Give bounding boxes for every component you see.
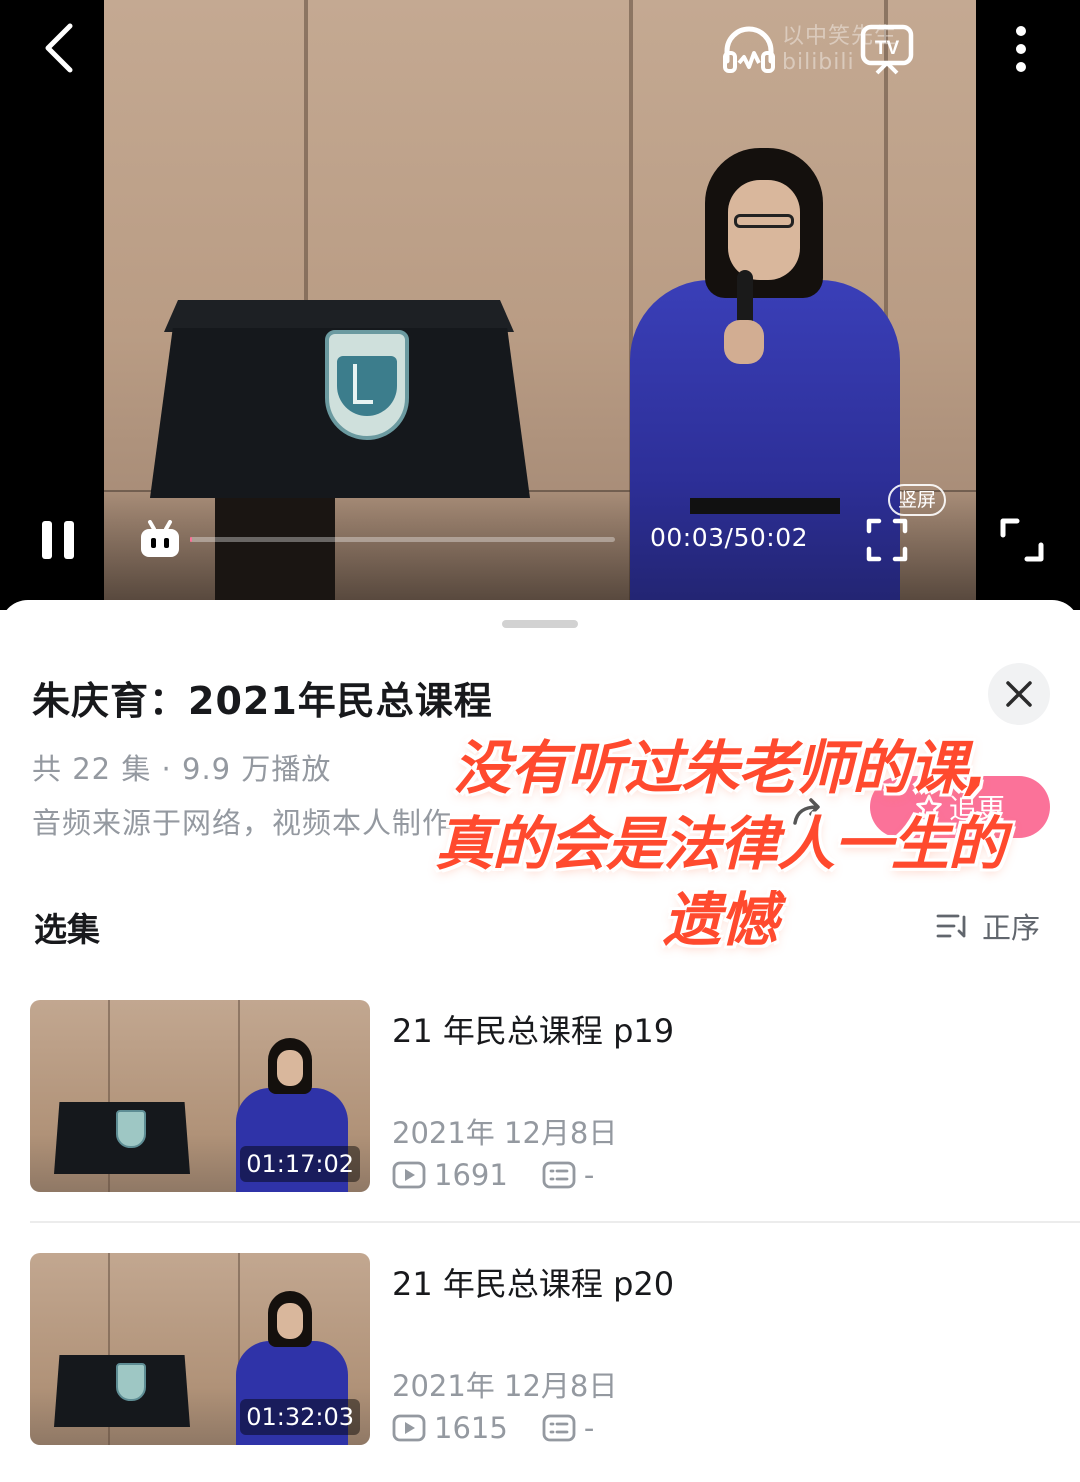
sheet-drag-handle[interactable] [502, 620, 578, 628]
play-count: 1615 [434, 1411, 508, 1445]
fullscreen-icon [1000, 518, 1044, 562]
back-icon [45, 23, 73, 73]
episode-title: 21 年民总课程 p20 [392, 1265, 675, 1303]
sort-order-button[interactable]: 正序 [936, 905, 1040, 947]
episode-date: 2021年 12月8日 [392, 1116, 618, 1150]
episode-sheet: 朱庆育：2021年民总课程 共 22 集 · 9.9 万播放 音频来源于网络，视… [0, 600, 1080, 1482]
episode-duration: 01:32:03 [240, 1399, 360, 1435]
danmaku-icon [141, 520, 179, 557]
sort-icon [936, 914, 966, 938]
sort-order-label: 正序 [982, 911, 1041, 945]
pause-button[interactable] [30, 510, 86, 570]
danmaku-count: - [583, 1158, 595, 1192]
divider [30, 1221, 1080, 1223]
playback-time: 00:03/50:02 [650, 523, 809, 552]
collection-meta: 共 22 集 · 9.9 万播放 [32, 752, 332, 786]
play-count: 1691 [434, 1158, 508, 1192]
progress-fill [190, 537, 193, 542]
danmaku-count: - [583, 1411, 595, 1445]
progress-bar[interactable] [190, 537, 615, 542]
section-title: 选集 [34, 910, 100, 949]
episode-stats: 1691 - [392, 1158, 594, 1192]
episode-date: 2021年 12月8日 [392, 1369, 618, 1403]
tv-cast-icon: TV [860, 24, 914, 75]
audio-mode-button[interactable] [718, 18, 780, 80]
episode-item[interactable]: 01:32:03 21 年民总课程 p20 2021年 12月8日 1615 - [30, 1253, 1080, 1447]
fullscreen-button[interactable] [992, 510, 1052, 570]
play-count-icon [392, 1160, 426, 1190]
video-player[interactable]: 以中笑先生 bilibili TV 00:03/50:02 竖屏 [0, 0, 1080, 610]
caption-line-2: 真的会是法律人一生的 [434, 810, 1006, 878]
collection-title: 朱庆育：2021年民总课程 [32, 679, 493, 723]
caption-line-1: 没有听过朱老师的课, [452, 734, 988, 802]
episode-duration: 01:17:02 [240, 1146, 360, 1182]
headphones-icon [723, 26, 775, 73]
play-count-icon [392, 1413, 426, 1443]
tv-cast-button[interactable]: TV [856, 18, 918, 80]
episode-item[interactable]: 01:17:02 21 年民总课程 p19 2021年 12月8日 1691 - [30, 1000, 1080, 1194]
close-icon [1006, 681, 1032, 707]
university-emblem [325, 330, 409, 440]
more-button[interactable] [996, 18, 1046, 80]
close-button[interactable] [988, 663, 1050, 725]
danmaku-toggle[interactable] [132, 512, 188, 568]
episode-title: 21 年民总课程 p19 [392, 1012, 675, 1050]
vertical-fullscreen-icon [866, 518, 908, 562]
episode-thumbnail: 01:17:02 [30, 1000, 370, 1192]
back-button[interactable] [28, 18, 88, 78]
svg-text:TV: TV [875, 38, 900, 59]
vertical-screen-label: 竖屏 [888, 484, 947, 516]
danmaku-count-icon [542, 1413, 576, 1443]
danmaku-count-icon [542, 1160, 576, 1190]
episode-stats: 1615 - [392, 1411, 594, 1445]
vertical-fullscreen-button[interactable] [860, 513, 914, 567]
episode-thumbnail: 01:32:03 [30, 1253, 370, 1445]
pause-icon [42, 521, 74, 559]
more-icon [1016, 26, 1026, 72]
